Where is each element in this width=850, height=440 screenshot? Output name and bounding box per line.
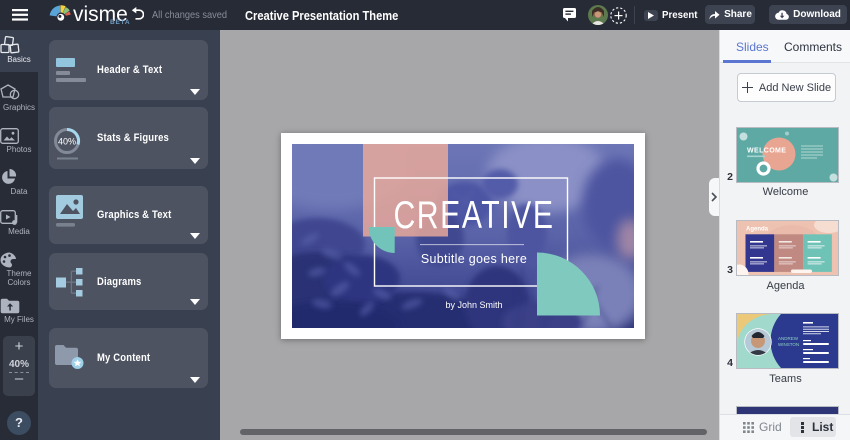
svg-text:WELCOME: WELCOME (747, 148, 786, 155)
svg-text:WINSTON: WINSTON (778, 342, 799, 347)
svg-text:ANDREW: ANDREW (778, 336, 799, 341)
svg-text:40%: 40% (58, 136, 76, 146)
svg-text:Agenda: Agenda (746, 227, 769, 233)
